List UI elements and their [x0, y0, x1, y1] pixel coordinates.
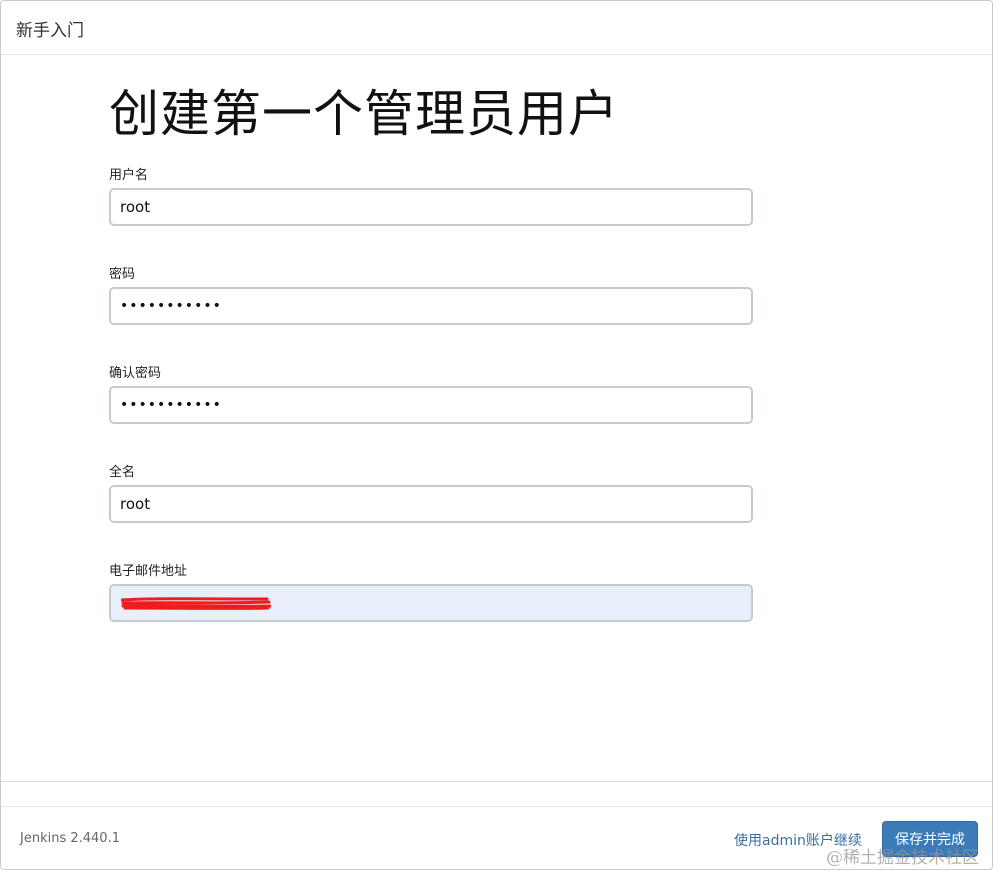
email-field-group: 电子邮件地址: [109, 563, 754, 662]
password-label: 密码: [109, 267, 136, 282]
fullname-field-group: 全名 root: [109, 464, 754, 563]
username-field-group: 用户名 root: [109, 167, 754, 266]
footer-divider: [1, 781, 992, 782]
confirm-password-label: 确认密码: [109, 366, 162, 381]
redaction-scribble: [121, 597, 271, 610]
dialog-title: 新手入门: [16, 21, 84, 41]
setup-wizard-dialog: 新手入门 创建第一个管理员用户 用户名 root 密码 ••••••••••• …: [0, 0, 993, 870]
confirm-password-field-group: 确认密码 •••••••••••: [109, 365, 754, 464]
confirm-password-input[interactable]: •••••••••••: [109, 386, 753, 424]
dialog-header: 新手入门: [1, 1, 992, 55]
password-input[interactable]: •••••••••••: [109, 287, 753, 325]
email-label: 电子邮件地址: [109, 564, 188, 579]
email-input[interactable]: [109, 584, 753, 622]
username-input[interactable]: root: [109, 188, 753, 226]
version-label: Jenkins 2.440.1: [20, 831, 120, 846]
fullname-label: 全名: [109, 465, 136, 480]
create-admin-form: 创建第一个管理员用户 用户名 root 密码 ••••••••••• 确认密码 …: [109, 81, 754, 662]
site-watermark: @稀土掘金技术社区: [826, 848, 979, 868]
username-label: 用户名: [109, 168, 149, 183]
password-field-group: 密码 •••••••••••: [109, 266, 754, 365]
fullname-input[interactable]: root: [109, 485, 753, 523]
page-title: 创建第一个管理员用户: [109, 85, 619, 143]
